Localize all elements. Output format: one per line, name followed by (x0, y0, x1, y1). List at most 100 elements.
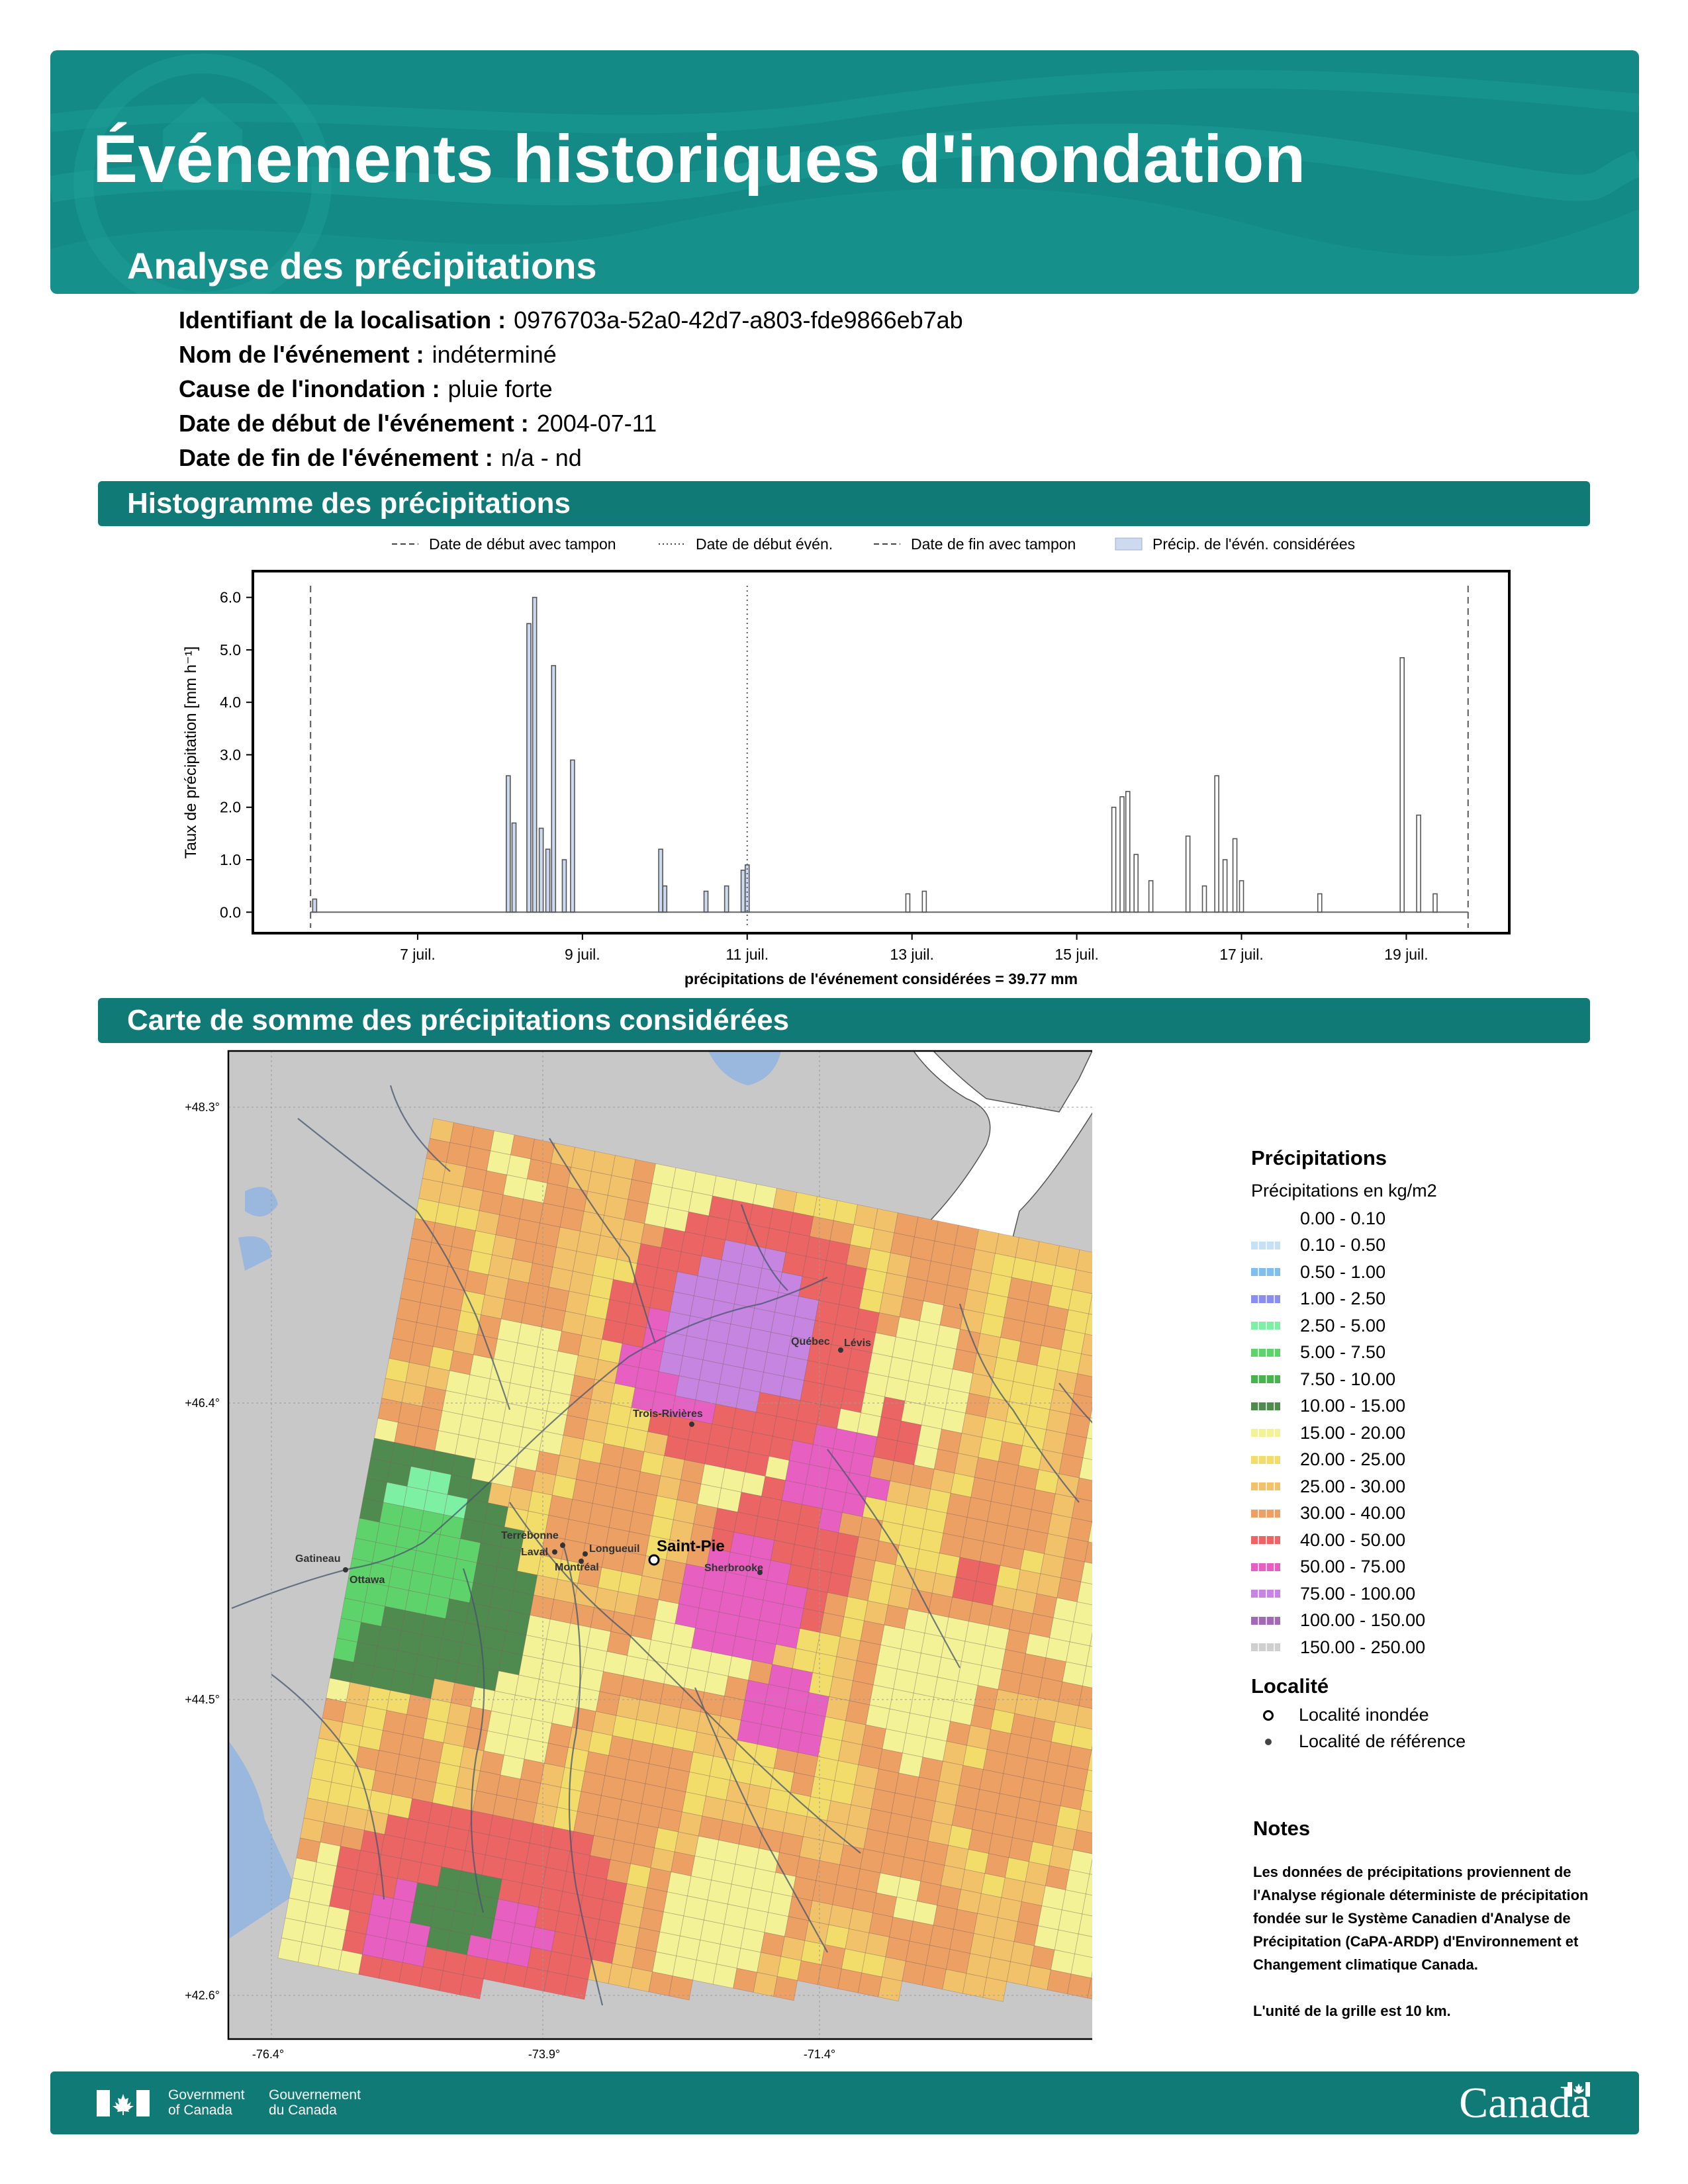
city-label-laval: Laval (521, 1547, 548, 1558)
lat-label: +44.5° (185, 1693, 220, 1706)
legend-swatch (1251, 1241, 1280, 1250)
precip-bar (1214, 775, 1219, 913)
x-tick-label: 7 juil. (400, 946, 436, 963)
event-shade-bar (312, 899, 317, 913)
wordmark-flag-icon (1568, 2082, 1590, 2097)
grid-cell (753, 1972, 778, 1997)
legend-swatch (1251, 1214, 1280, 1223)
event-shade-bar (663, 886, 667, 913)
y-tick-label: 2.0 (220, 799, 241, 816)
meta-label: Identifiant de la localisation : (179, 306, 506, 334)
precip-bar (1239, 880, 1244, 913)
meta-value: indéterminé (432, 341, 557, 368)
legend-class-label: 40.00 - 50.00 (1300, 1529, 1406, 1550)
event-shade-bar (745, 864, 749, 913)
meta-value: n/a - nd (500, 444, 582, 471)
legend-class-label: 30.00 - 40.00 (1300, 1503, 1406, 1524)
city-label-levis: Lévis (844, 1338, 871, 1349)
event-shade-bar (741, 870, 745, 913)
gov-en-line-1: Government (168, 2087, 245, 2103)
event-shade-bar (526, 623, 531, 913)
x-tick-label: 17 juil. (1219, 946, 1263, 963)
event-shade-bar (659, 849, 663, 913)
meta-row-start-date: Date de début de l'événement : 2004-07-11 (179, 406, 963, 441)
legend-swatch (1251, 1616, 1280, 1625)
grid-cell (902, 1960, 927, 1986)
flooded-locality-marker (648, 1554, 660, 1566)
event-shade-bar (704, 891, 708, 913)
y-tick-label: 1.0 (220, 851, 241, 868)
precip-bar (1119, 796, 1125, 913)
legend-swatch (1251, 1322, 1280, 1330)
page-title: Événements historiques d'inondation (93, 121, 1306, 197)
gov-en-line-2: of Canada (168, 2103, 232, 2118)
grid-cell (503, 1962, 528, 1988)
city-label-gatineau: Gatineau (295, 1553, 340, 1565)
grid-cell (878, 1976, 903, 2002)
legend-class-label: 100.00 - 150.00 (1300, 1610, 1426, 1631)
precipitation-map: +48.3° +46.4° +44.5° +42.6° -76.4° -73.9… (185, 1050, 1092, 2061)
event-shade-bar (545, 849, 550, 913)
x-tick-label: 15 juil. (1055, 946, 1098, 963)
city-label-quebec: Québec (791, 1336, 830, 1347)
legend-label: Date de fin avec tampon (911, 535, 1076, 553)
footer: Government of Canada Gouvernement du Can… (50, 2071, 1639, 2134)
legend-class-row: 1.00 - 2.50 (1251, 1286, 1622, 1313)
legend-swatch (1251, 1643, 1280, 1652)
precip-bar (1111, 806, 1117, 913)
legend-item: Date de début avec tampon (392, 535, 616, 553)
x-tick-label: 11 juil. (726, 946, 769, 963)
city-label-trois-rivieres: Trois-Rivières (633, 1408, 703, 1420)
legend-class-row: 10.00 - 15.00 (1251, 1393, 1622, 1420)
locality-label: Localité inondée (1299, 1705, 1429, 1725)
grid-cell (837, 1968, 863, 1993)
legend-class-row: 0.50 - 1.00 (1251, 1259, 1622, 1286)
gov-wordmark-fr: Gouvernement du Canada (269, 2087, 361, 2118)
reference-marker-icon (1265, 1738, 1272, 1745)
meta-value: 2004-07-11 (536, 410, 657, 437)
meta-label: Nom de l'événement : (179, 341, 424, 368)
legend-swatch (1251, 1268, 1280, 1277)
legend-class-label: 20.00 - 25.00 (1300, 1449, 1406, 1470)
locality-legend-title: Localité (1251, 1674, 1329, 1698)
locality-legend-flooded: Localité inondée (1251, 1702, 1622, 1729)
legend-swatch (1251, 1402, 1280, 1410)
grid-cell (712, 1964, 737, 1989)
precip-bar (1432, 893, 1438, 913)
grid-cell (648, 1971, 673, 1997)
gov-fr-line-2: du Canada (269, 2103, 337, 2118)
grid-cell (628, 1967, 653, 1993)
histogram-legend: Date de début avec tampon Date de début é… (392, 535, 1355, 553)
grid-cell (962, 1973, 987, 1998)
x-tick-label: 9 juil. (565, 946, 600, 963)
grid-cell (378, 1958, 403, 1983)
map-lat-labels: +48.3° +46.4° +44.5° +42.6° (185, 1101, 220, 2002)
y-tick-label: 6.0 (220, 589, 241, 606)
precip-bar (1148, 880, 1154, 913)
grid-cell (942, 1969, 967, 1994)
legend-swatch (1251, 1455, 1280, 1464)
precip-bar (1222, 859, 1228, 913)
event-shade-bar (551, 665, 556, 913)
legend-class-label: 150.00 - 250.00 (1300, 1637, 1426, 1657)
y-tick-label: 3.0 (220, 746, 241, 763)
event-shade-bar (562, 860, 567, 913)
precipitation-histogram: Date de début avec tampon Date de début é… (182, 535, 1511, 987)
city-label-sherbrooke: Sherbrooke (704, 1563, 763, 1574)
legend-swatch (1251, 1348, 1280, 1357)
legend-classes: 0.00 - 0.10 0.10 - 0.50 0.50 - 1.00 1.00 - … (1251, 1205, 1622, 1661)
lon-label: -76.4° (252, 2048, 284, 2061)
precip-bar (1317, 893, 1323, 913)
legend-label: Précip. de l'évén. considérées (1152, 535, 1355, 553)
city-label-longueuil: Longueuil (589, 1543, 639, 1555)
grid-cell (277, 1937, 303, 1963)
legend-class-row: 7.50 - 10.00 (1251, 1366, 1622, 1393)
legend-label: Date de début avec tampon (429, 535, 616, 553)
city-label-ottawa: Ottawa (350, 1574, 385, 1586)
lat-label: +46.4° (185, 1396, 220, 1410)
legend-class-row: 20.00 - 25.00 (1251, 1447, 1622, 1474)
legend-subtitle: Précipitations en kg/m2 (1251, 1181, 1437, 1201)
legend-class-row: 100.00 - 150.00 (1251, 1608, 1622, 1635)
legend-swatch (1251, 1295, 1280, 1303)
locality-label: Localité de référence (1299, 1731, 1466, 1751)
